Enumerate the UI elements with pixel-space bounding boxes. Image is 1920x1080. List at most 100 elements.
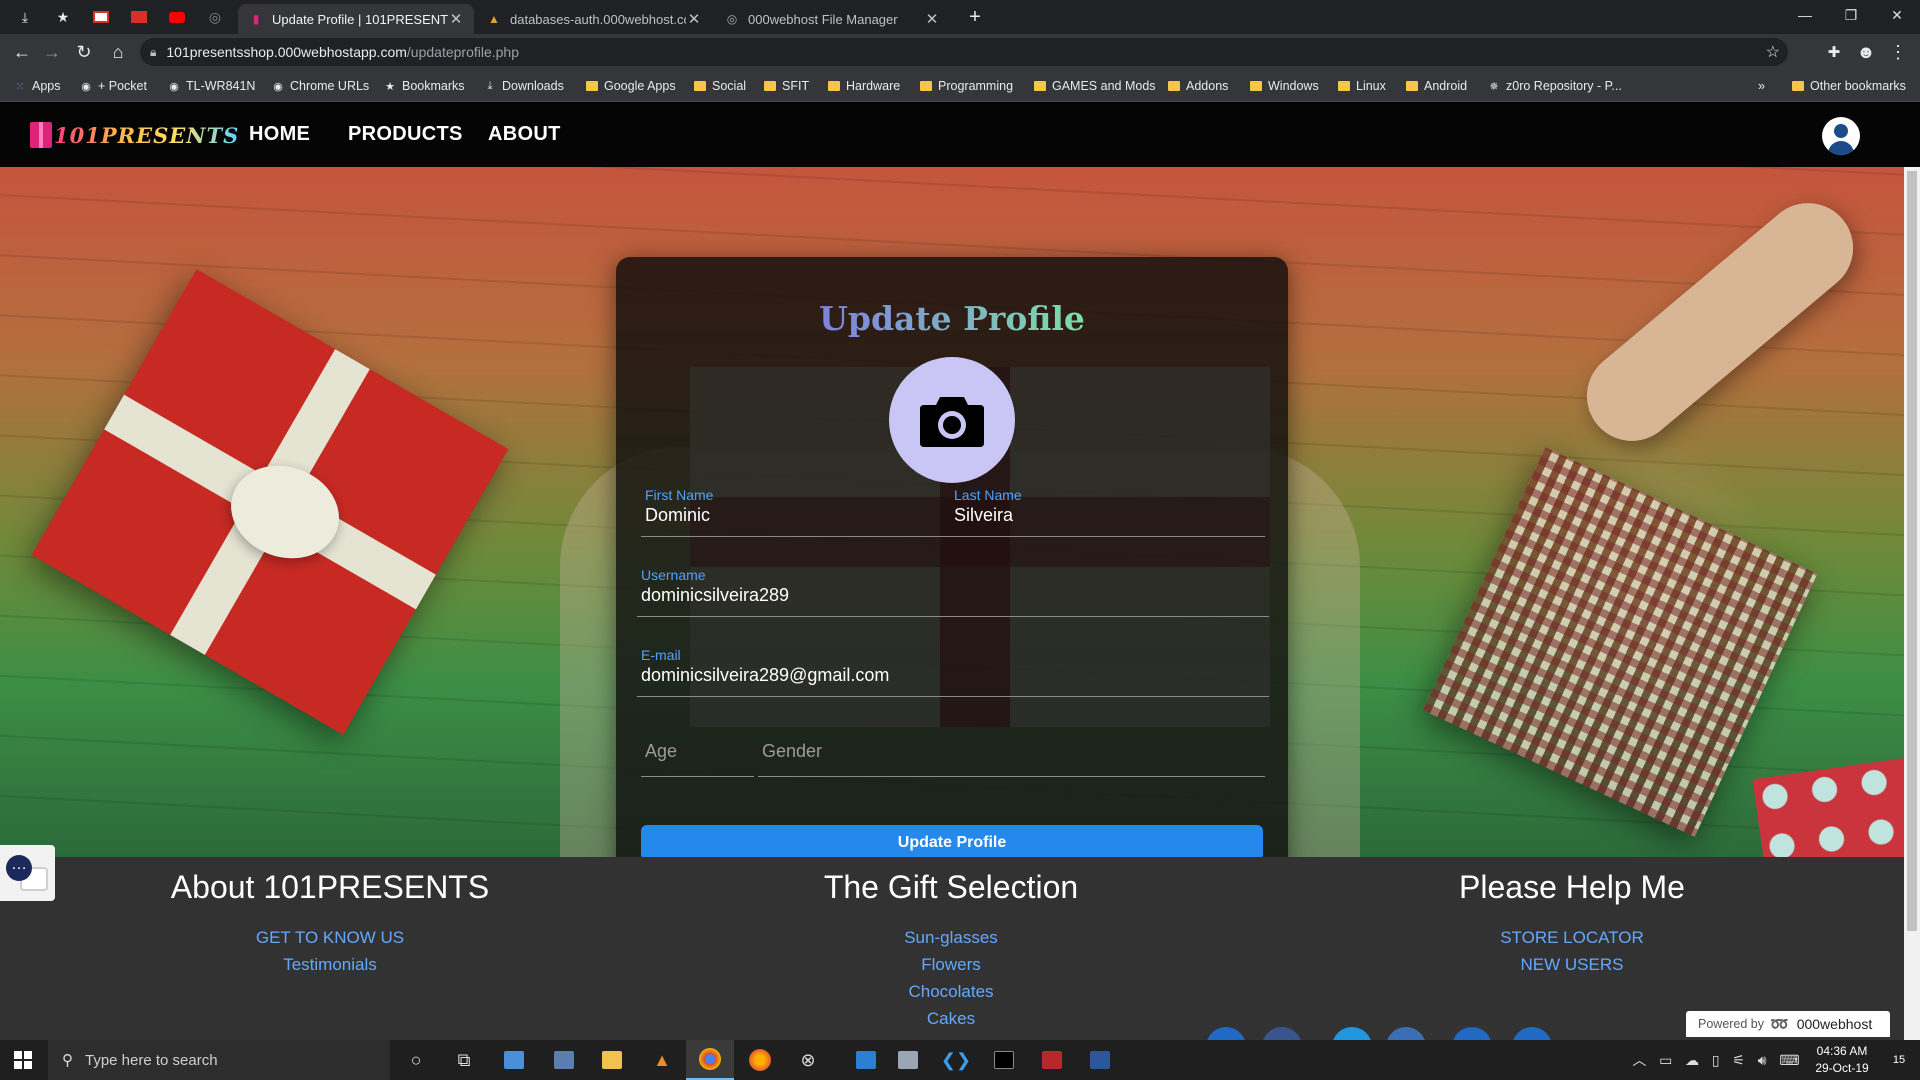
gender-field[interactable]: Gender (758, 727, 1265, 777)
restore-window-icon[interactable]: ❐ (1828, 0, 1874, 30)
age-field[interactable]: Age (641, 727, 754, 777)
footer-link-store-locator[interactable]: STORE LOCATOR (1322, 924, 1822, 951)
back-icon[interactable]: ← (8, 38, 36, 66)
site-logo[interactable]: 101PRESENTS (30, 115, 239, 155)
bookmark-label: Google Apps (604, 79, 676, 93)
close-tab-icon[interactable]: ✕ (448, 10, 464, 28)
tab-file-manager[interactable]: ◎ 000webhost File Manager ✕ (714, 4, 950, 34)
close-tab-icon[interactable]: ✕ (686, 10, 702, 28)
footer-link-get-to-know-us[interactable]: GET TO KNOW US (80, 924, 580, 951)
bookmark-apps[interactable]: ⁙ Apps (14, 77, 60, 95)
tray-chevron-up-icon[interactable]: ︿ (1632, 1050, 1646, 1070)
bookmark-z0ro-repository[interactable]: ✵ z0ro Repository - P... (1488, 77, 1621, 95)
globe-icon[interactable]: ◎ (196, 0, 234, 34)
taskbar-search-input[interactable]: ⚲ Type here to search (48, 1040, 390, 1080)
firefox-icon[interactable] (736, 1040, 784, 1080)
bookmark-bookmarks[interactable]: ★ Bookmarks (384, 77, 464, 95)
network-icon[interactable]: ⚟ (1732, 1052, 1745, 1069)
email-label: E-mail (641, 647, 681, 663)
bookmark-star-icon[interactable]: ☆ (1766, 42, 1780, 62)
username-field[interactable]: Username dominicsilveira289 (637, 567, 1269, 617)
star-icon: ★ (385, 80, 395, 93)
terminal-icon[interactable] (980, 1040, 1028, 1080)
powered-by-badge[interactable]: Powered by ➿ 000webhost (1686, 1011, 1890, 1037)
extensions-puzzle-icon[interactable]: ✚ (1820, 38, 1848, 66)
vlc-icon[interactable]: ▲ (638, 1040, 686, 1080)
profile-icon[interactable]: ☻ (1852, 38, 1880, 66)
close-window-icon[interactable]: ✕ (1874, 0, 1920, 30)
start-button[interactable] (0, 1040, 46, 1080)
bookmarks-overflow[interactable]: » (1758, 77, 1765, 95)
nav-about[interactable]: ABOUT (488, 123, 561, 146)
email-field[interactable]: E-mail dominicsilveira289@gmail.com (637, 647, 1269, 697)
bookmark-tl-wr841n[interactable]: ◉ TL-WR841N (168, 77, 255, 95)
youtube-icon[interactable] (158, 0, 196, 34)
bookmark-linux[interactable]: Linux (1338, 77, 1386, 95)
footer-link-sun-glasses[interactable]: Sun-glasses (701, 924, 1201, 951)
footer-link-chocolates[interactable]: Chocolates (701, 978, 1201, 1005)
bookmark-hardware[interactable]: Hardware (828, 77, 900, 95)
reload-icon[interactable]: ↻ (70, 38, 98, 66)
word-icon[interactable] (1076, 1040, 1124, 1080)
chat-widget[interactable]: … (0, 845, 55, 901)
taskbar-clock[interactable]: 04:36 AM 29-Oct-19 (1806, 1043, 1878, 1077)
footer-link-new-users[interactable]: NEW USERS (1322, 951, 1822, 978)
tab-update-profile[interactable]: ▮ Update Profile | 101PRESENTS ✕ (238, 4, 474, 34)
bookmark-sfit[interactable]: SFIT (764, 77, 809, 95)
vscode-icon[interactable]: ❮❯ (932, 1040, 980, 1080)
monitor-icon[interactable]: ▭ (1659, 1052, 1672, 1069)
star-icon[interactable]: ★ (44, 0, 82, 34)
bookmark-games-mods[interactable]: GAMES and Mods (1034, 77, 1156, 95)
footer-link-testimonials[interactable]: Testimonials (80, 951, 580, 978)
bookmark-windows[interactable]: Windows (1250, 77, 1319, 95)
app-icon[interactable] (540, 1040, 588, 1080)
update-profile-button[interactable]: Update Profile (641, 825, 1263, 861)
settings-app-icon[interactable] (490, 1040, 538, 1080)
notification-center-icon[interactable]: 15 (1878, 1040, 1920, 1080)
bookmark-downloads[interactable]: ⤓ Downloads (484, 77, 564, 95)
profile-photo-upload[interactable] (889, 357, 1015, 483)
keyboard-icon[interactable]: ⌨ (1779, 1052, 1799, 1069)
footer-link-cakes[interactable]: Cakes (701, 1005, 1201, 1032)
address-bar[interactable]: 🔒︎ 101presentsshop.000webhostapp.com /up… (140, 38, 1788, 66)
age-placeholder: Age (645, 741, 678, 761)
bookmark-programming[interactable]: Programming (920, 77, 1013, 95)
menu-kebab-icon[interactable]: ⋮ (1884, 38, 1912, 66)
first-name-field[interactable]: First Name Dominic (641, 487, 957, 537)
bookmark-android[interactable]: Android (1406, 77, 1467, 95)
close-tab-icon[interactable]: ✕ (924, 10, 940, 28)
download-icon[interactable]: ⤓ (6, 0, 44, 34)
onedrive-cloud-icon[interactable]: ☁ (1685, 1052, 1699, 1069)
nav-home[interactable]: HOME (249, 123, 310, 146)
home-icon[interactable]: ⌂ (104, 38, 132, 66)
battery-icon[interactable]: ▯ (1712, 1052, 1720, 1069)
xbox-icon[interactable]: ⊗ (784, 1040, 832, 1080)
tab-databases-auth[interactable]: ▲ databases-auth.000webhost.com ✕ (476, 4, 712, 34)
bookmark-addons[interactable]: Addons (1168, 77, 1228, 95)
chrome-icon[interactable] (686, 1040, 734, 1080)
app-icon[interactable] (884, 1040, 932, 1080)
folder-icon (1034, 80, 1046, 92)
app-icon[interactable] (1028, 1040, 1076, 1080)
scrollbar-thumb[interactable] (1907, 171, 1917, 931)
minimize-window-icon[interactable]: — (1782, 0, 1828, 30)
cortana-icon[interactable]: ○ (392, 1040, 440, 1080)
gmail-icon[interactable] (120, 0, 158, 34)
last-name-field[interactable]: Last Name Silveira (950, 487, 1265, 537)
bookmark-social[interactable]: Social (694, 77, 746, 95)
forward-icon[interactable]: → (38, 38, 66, 66)
nav-products[interactable]: PRODUCTS (348, 123, 463, 146)
bookmark-chrome-urls[interactable]: ◉ Chrome URLs (272, 77, 369, 95)
user-account-icon[interactable] (1822, 117, 1860, 155)
page-scrollbar[interactable] (1904, 167, 1920, 1040)
bookmark-google-apps[interactable]: Google Apps (586, 77, 676, 95)
new-tab-plus-icon[interactable]: + (956, 0, 994, 34)
file-explorer-icon[interactable] (588, 1040, 636, 1080)
footer-link-flowers[interactable]: Flowers (701, 951, 1201, 978)
gmail-icon[interactable] (82, 0, 120, 34)
task-view-icon[interactable]: ⧉ (440, 1040, 488, 1080)
app-icon[interactable] (842, 1040, 890, 1080)
bookmark-other-bookmarks[interactable]: Other bookmarks (1792, 77, 1906, 95)
volume-icon[interactable]: 🔊︎ (1758, 1052, 1767, 1069)
bookmark-pocket[interactable]: ◉ + Pocket (80, 77, 147, 95)
